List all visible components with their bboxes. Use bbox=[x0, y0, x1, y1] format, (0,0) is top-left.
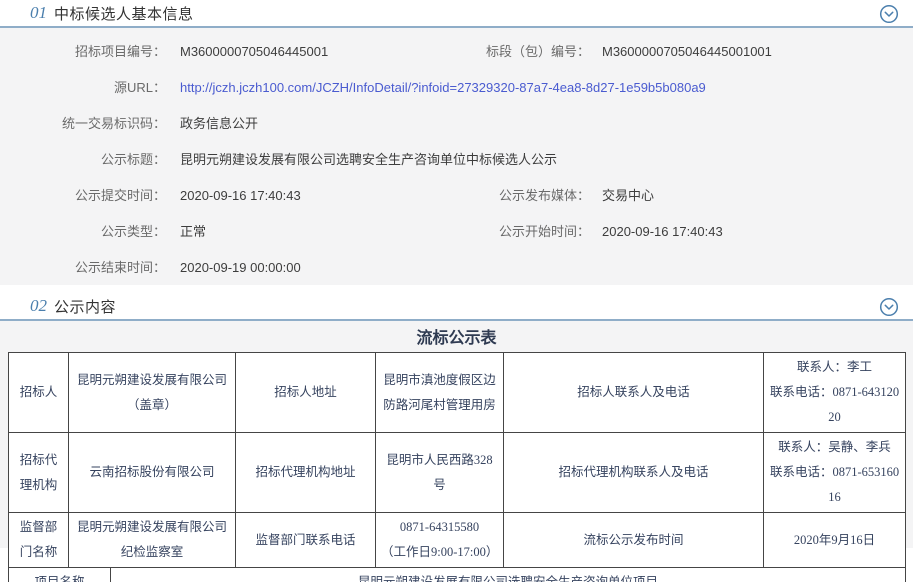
basic-info-panel: 招标项目编号： M3600000705046445001 标段（包）编号： M3… bbox=[0, 28, 913, 285]
submit-time-value: 2020-09-16 17:40:43 bbox=[180, 178, 301, 214]
source-url-label: 源URL： bbox=[0, 70, 166, 106]
agency-contact-label: 招标代理机构联系人及电话 bbox=[504, 433, 764, 513]
start-time-value: 2020-09-16 17:40:43 bbox=[602, 214, 723, 250]
contact-person: 联系人：吴静、李兵 bbox=[769, 435, 900, 460]
agency-value: 云南招标股份有限公司 bbox=[69, 433, 236, 513]
field-row: 公示类型： 正常 公示开始时间： 2020-09-16 17:40:43 bbox=[0, 214, 913, 250]
tenderer-label: 招标人 bbox=[9, 353, 69, 433]
tender-project-no-value: M3600000705046445001 bbox=[180, 34, 328, 70]
project-name-label: 项目名称 bbox=[9, 568, 111, 582]
field-row: 公示标题： 昆明元朔建设发展有限公司选聘安全生产咨询单位中标候选人公示 bbox=[0, 142, 913, 178]
section-number: 01 bbox=[30, 3, 47, 23]
agency-address-value: 昆明市人民西路328号 bbox=[376, 433, 504, 513]
phone-number: 0871-64315580 bbox=[381, 515, 498, 540]
tenderer-contact-value: 联系人：李工 联系电话：0871-64312020 bbox=[764, 353, 906, 433]
field-row: 招标项目编号： M3600000705046445001 标段（包）编号： M3… bbox=[0, 34, 913, 70]
end-time-value: 2020-09-19 00:00:00 bbox=[180, 250, 301, 286]
fail-publish-time-label: 流标公示发布时间 bbox=[504, 513, 764, 568]
table-row: 监督部门名称 昆明元朔建设发展有限公司纪检监察室 监督部门联系电话 0871-6… bbox=[9, 513, 906, 568]
chevron-down-icon[interactable] bbox=[879, 297, 899, 317]
start-time-label: 公示开始时间： bbox=[430, 214, 590, 250]
supervisor-label: 监督部门名称 bbox=[9, 513, 69, 568]
notice-title-value: 昆明元朔建设发展有限公司选聘安全生产咨询单位中标候选人公示 bbox=[180, 142, 557, 178]
bid-section-no-value: M3600000705046445001001 bbox=[602, 34, 772, 70]
table-row: 项目名称 昆明元朔建设发展有限公司选聘安全生产咨询单位项目 bbox=[9, 568, 906, 582]
section-title: 公示内容 bbox=[54, 296, 116, 317]
tender-project-no-label: 招标项目编号： bbox=[0, 34, 166, 70]
section-basic-info: 01 中标候选人基本信息 招标项目编号： M360000070504644500… bbox=[0, 0, 913, 285]
table-row: 招标代理机构 云南招标股份有限公司 招标代理机构地址 昆明市人民西路328号 招… bbox=[9, 433, 906, 513]
section-header-notice-content: 02 公示内容 bbox=[0, 293, 913, 321]
fail-publish-time-value: 2020年9月16日 bbox=[764, 513, 906, 568]
bid-section-no-label: 标段（包）编号： bbox=[430, 34, 590, 70]
supervisor-phone-label: 监督部门联系电话 bbox=[236, 513, 376, 568]
end-time-label: 公示结束时间： bbox=[0, 250, 166, 286]
chevron-down-icon[interactable] bbox=[879, 4, 899, 24]
agency-address-label: 招标代理机构地址 bbox=[236, 433, 376, 513]
project-name-value: 昆明元朔建设发展有限公司选聘安全生产咨询单位项目 bbox=[111, 568, 906, 582]
source-url-link[interactable]: http://jczh.jczh100.com/JCZH/InfoDetail/… bbox=[180, 70, 706, 106]
publish-media-value: 交易中心 bbox=[602, 178, 654, 214]
fail-bid-notice-table: 招标人 昆明元朔建设发展有限公司（盖章） 招标人地址 昆明市滇池度假区边防路河尾… bbox=[8, 352, 906, 582]
table-row: 招标人 昆明元朔建设发展有限公司（盖章） 招标人地址 昆明市滇池度假区边防路河尾… bbox=[9, 353, 906, 433]
section-notice-content: 02 公示内容 流标公示表 招标人 昆明元朔建设发展有限公司（盖章） 招标人地址… bbox=[0, 293, 913, 548]
section-number: 02 bbox=[30, 296, 47, 316]
notice-type-value: 正常 bbox=[180, 214, 206, 250]
tenderer-value: 昆明元朔建设发展有限公司（盖章） bbox=[69, 353, 236, 433]
field-row: 公示结束时间： 2020-09-19 00:00:00 bbox=[0, 250, 913, 286]
field-row: 公示提交时间： 2020-09-16 17:40:43 公示发布媒体： 交易中心 bbox=[0, 178, 913, 214]
unified-trade-code-value: 政务信息公开 bbox=[180, 106, 258, 142]
submit-time-label: 公示提交时间： bbox=[0, 178, 166, 214]
supervisor-value: 昆明元朔建设发展有限公司纪检监察室 bbox=[69, 513, 236, 568]
field-row: 源URL： http://jczh.jczh100.com/JCZH/InfoD… bbox=[0, 70, 913, 106]
contact-person: 联系人：李工 bbox=[769, 355, 900, 380]
contact-phone: 联系电话：0871-64312020 bbox=[769, 380, 900, 430]
notice-title-label: 公示标题： bbox=[0, 142, 166, 178]
tenderer-contact-label: 招标人联系人及电话 bbox=[504, 353, 764, 433]
section-title: 中标候选人基本信息 bbox=[54, 3, 194, 24]
section-header-basic-info: 01 中标候选人基本信息 bbox=[0, 0, 913, 28]
notice-content-panel: 流标公示表 招标人 昆明元朔建设发展有限公司（盖章） 招标人地址 昆明市滇池度假… bbox=[0, 321, 913, 548]
unified-trade-code-label: 统一交易标识码： bbox=[0, 106, 166, 142]
tenderer-address-value: 昆明市滇池度假区边防路河尾村管理用房 bbox=[376, 353, 504, 433]
agency-contact-value: 联系人：吴静、李兵 联系电话：0871-65316016 bbox=[764, 433, 906, 513]
publish-media-label: 公示发布媒体： bbox=[430, 178, 590, 214]
field-row: 统一交易标识码： 政务信息公开 bbox=[0, 106, 913, 142]
table-title: 流标公示表 bbox=[0, 328, 913, 352]
contact-phone: 联系电话：0871-65316016 bbox=[769, 460, 900, 510]
tenderer-address-label: 招标人地址 bbox=[236, 353, 376, 433]
notice-type-label: 公示类型： bbox=[0, 214, 166, 250]
supervisor-phone-value: 0871-64315580 （工作日9:00-17:00） bbox=[376, 513, 504, 568]
working-hours: （工作日9:00-17:00） bbox=[381, 540, 498, 565]
agency-label: 招标代理机构 bbox=[9, 433, 69, 513]
